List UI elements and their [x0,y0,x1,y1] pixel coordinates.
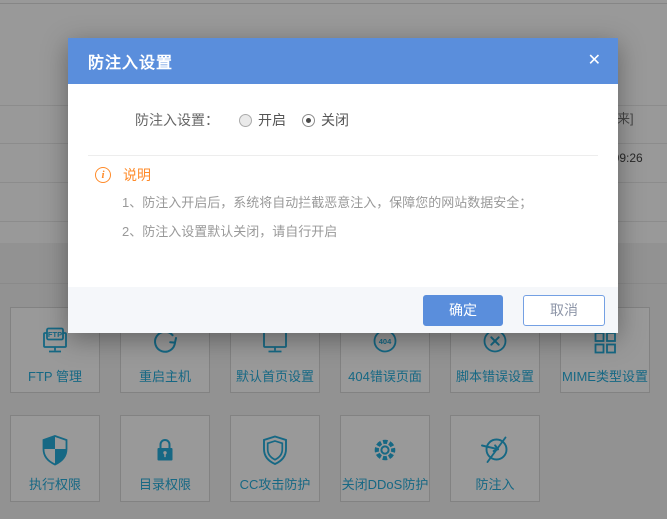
modal-title: 防注入设置 [88,49,588,73]
radio-option-on[interactable]: 开启 [239,110,286,130]
field-label: 防注入设置： [135,110,219,130]
radio-icon[interactable] [239,114,252,127]
note-header: i 说明 [95,165,151,185]
modal-header: 防注入设置 ✕ [68,38,618,84]
note-item: 2、防注入设置默认关闭，请自行开启 [122,217,598,246]
anti-injection-settings-modal: 防注入设置 ✕ 防注入设置： 开启 关闭 i 说明 1、防 [68,38,618,333]
note-title: 说明 [123,165,151,185]
modal-body: 防注入设置： 开启 关闭 i 说明 1、防注入开启后，系统将自动拦截恶意注入，保… [68,84,618,287]
anti-injection-field-row: 防注入设置： 开启 关闭 [135,105,349,135]
radio-option-off[interactable]: 关闭 [302,110,349,130]
modal-footer: 确定 取消 [68,287,618,333]
screen: 来] -06 09:26 FTP FTP 管理 重启主机 [0,0,667,519]
note-item: 1、防注入开启后，系统将自动拦截恶意注入，保障您的网站数据安全； [122,188,598,217]
radio-icon[interactable] [302,114,315,127]
close-icon[interactable]: ✕ [588,53,601,69]
body-divider [88,155,598,156]
cancel-button[interactable]: 取消 [523,295,605,326]
radio-label: 开启 [258,110,286,130]
radio-label: 关闭 [321,110,349,130]
info-icon: i [95,167,111,183]
confirm-button[interactable]: 确定 [423,295,503,326]
note-items: 1、防注入开启后，系统将自动拦截恶意注入，保障您的网站数据安全； 2、防注入设置… [122,188,598,246]
